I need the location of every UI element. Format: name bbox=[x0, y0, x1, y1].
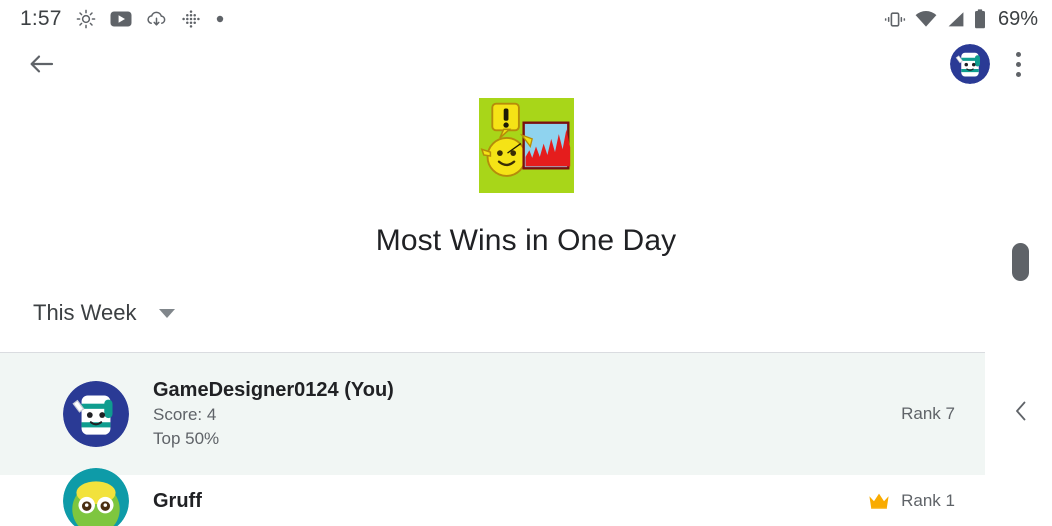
player-rank: Rank 1 bbox=[868, 491, 985, 511]
achievement-badge-icon bbox=[478, 98, 574, 193]
avatar bbox=[63, 467, 129, 526]
youtube-icon bbox=[110, 11, 132, 27]
app-bar-actions bbox=[950, 44, 1032, 84]
player-percentile: Top 50% bbox=[153, 429, 220, 448]
dot-icon bbox=[216, 15, 223, 23]
more-options-icon bbox=[1015, 61, 1021, 67]
achievement-badge-wrap bbox=[0, 98, 1052, 193]
app-bar bbox=[0, 38, 1052, 90]
player-score: Score: 4 bbox=[153, 405, 217, 424]
crown-icon bbox=[869, 493, 889, 509]
battery-icon bbox=[974, 9, 985, 29]
player-name: GameDesigner0124 (You) bbox=[153, 379, 394, 401]
dots-grid-icon bbox=[182, 10, 200, 28]
more-options-icon bbox=[1015, 71, 1021, 77]
avatar bbox=[63, 381, 129, 447]
player-info: Gruff bbox=[129, 488, 868, 514]
back-gesture-chevron[interactable] bbox=[1008, 398, 1034, 424]
status-bar: 1:57 69% bbox=[0, 0, 1052, 38]
achievement-title: Most Wins in One Day bbox=[375, 224, 677, 257]
status-bar-clock: 1:57 bbox=[20, 7, 62, 30]
profile-avatar[interactable] bbox=[950, 44, 990, 84]
vibrate-icon bbox=[884, 11, 906, 27]
table-row[interactable]: Gruff Rank 1 bbox=[0, 467, 985, 526]
scrollbar-thumb[interactable] bbox=[1012, 243, 1029, 281]
player-name: Gruff bbox=[153, 489, 202, 512]
player-rank: Rank 7 bbox=[901, 404, 985, 424]
status-bar-left: 1:57 bbox=[20, 7, 225, 31]
chevron-down-icon bbox=[158, 308, 175, 318]
more-options-icon bbox=[1015, 51, 1021, 57]
cellular-signal-icon bbox=[948, 11, 964, 26]
brightness-icon bbox=[76, 9, 96, 29]
player-rank-label: Rank 7 bbox=[901, 404, 955, 423]
battery-percentage: 69% bbox=[997, 7, 1038, 30]
table-row[interactable]: GameDesigner0124 (You) Score: 4 Top 50% … bbox=[0, 353, 985, 475]
back-arrow-icon bbox=[30, 55, 54, 73]
back-gesture-chevron-icon bbox=[1016, 401, 1026, 421]
cloud-download-icon bbox=[147, 11, 166, 26]
back-button[interactable] bbox=[22, 44, 62, 84]
wifi-icon bbox=[915, 10, 937, 27]
timeframe-filter-dropdown[interactable]: This Week bbox=[33, 296, 175, 330]
more-options-button[interactable] bbox=[1004, 44, 1032, 84]
timeframe-filter-label: This Week bbox=[33, 300, 137, 325]
leaderboard-screen: 1:57 69% Most Wins in One Day This Week … bbox=[0, 0, 1052, 526]
player-info: GameDesigner0124 (You) Score: 4 Top 50% bbox=[129, 377, 901, 451]
status-bar-right: 69% bbox=[884, 8, 1038, 31]
player-rank-label: Rank 1 bbox=[901, 490, 955, 510]
